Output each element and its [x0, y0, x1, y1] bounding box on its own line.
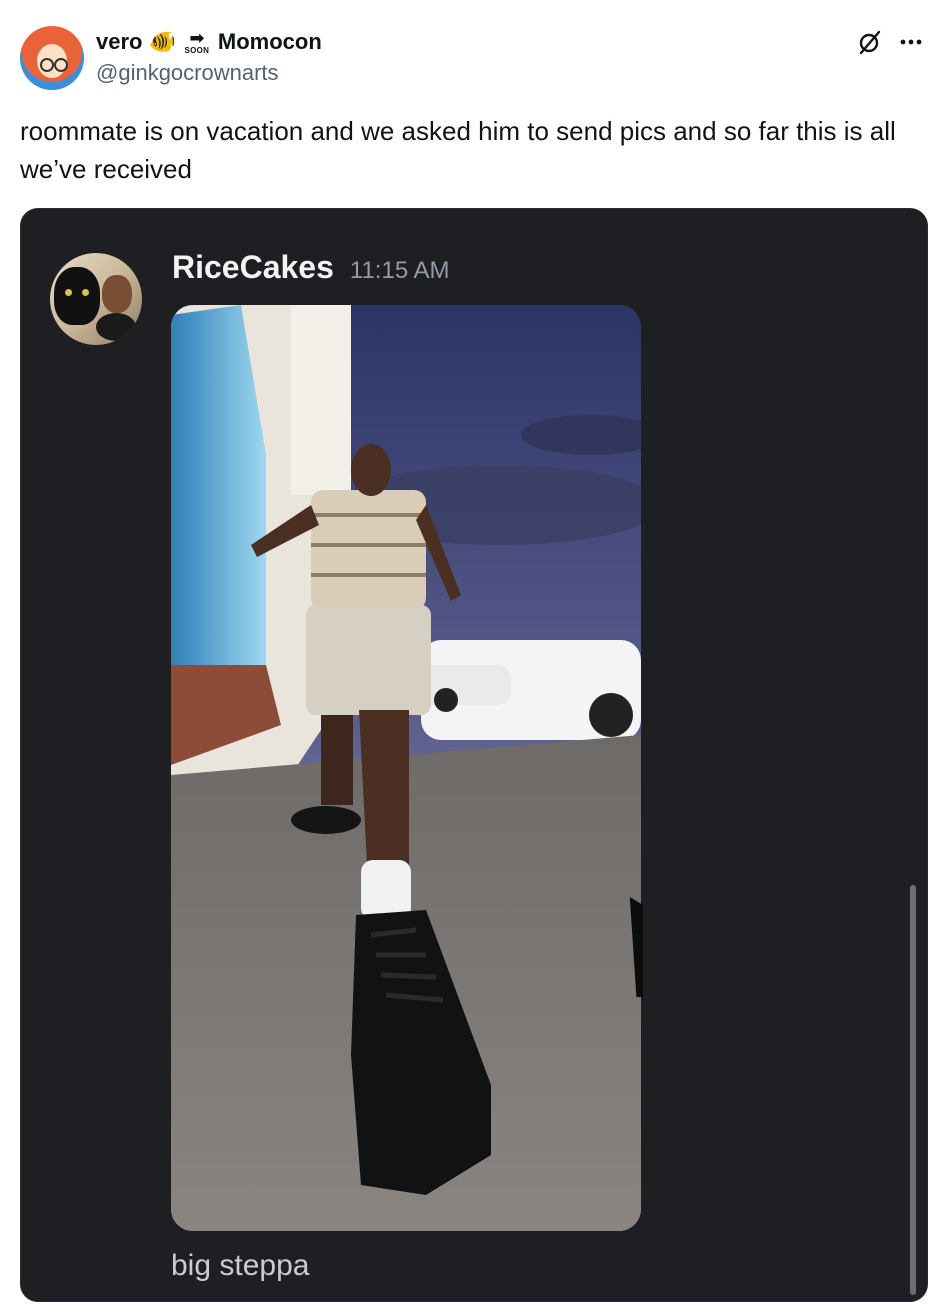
display-name-suffix[interactable]: Momocon	[218, 29, 322, 55]
message-photo[interactable]	[171, 305, 641, 1231]
more-options-icon[interactable]	[896, 28, 926, 56]
scrollbar-track[interactable]	[910, 885, 916, 1295]
message-caption: big steppa	[171, 1249, 310, 1282]
display-name-row[interactable]: vero 🐠 ➡ SOON Momocon	[96, 28, 322, 56]
tweet-text: roommate is on vacation and we asked him…	[20, 116, 896, 184]
tweet-header: vero 🐠 ➡ SOON Momocon @ginkgocrownarts	[0, 0, 948, 100]
soon-label: SOON	[184, 46, 210, 55]
discord-user-avatar[interactable]	[50, 253, 142, 345]
author-avatar[interactable]	[20, 26, 84, 90]
discord-username[interactable]: RiceCakes	[172, 249, 334, 286]
person-avatar-part	[102, 275, 132, 313]
avatar-glasses-right	[54, 58, 68, 72]
message-timestamp: 11:15 AM	[349, 257, 450, 284]
grok-icon[interactable]	[856, 28, 884, 56]
arrow-right-icon: ➡	[189, 28, 205, 48]
author-handle[interactable]: @ginkgocrownarts	[96, 60, 279, 86]
scrollbar-thumb[interactable]	[910, 885, 916, 1295]
black-cat-avatar-part	[54, 267, 100, 325]
small-cat-avatar-part	[96, 313, 136, 341]
photo-illustration	[171, 305, 641, 1231]
avatar-glasses-left	[40, 58, 54, 72]
message-header: RiceCakes 11:15 AM	[172, 249, 450, 289]
display-name[interactable]: vero	[96, 29, 142, 55]
soon-arrow-icon: ➡ SOON	[182, 29, 212, 55]
tropical-fish-icon: 🐠	[148, 29, 176, 54]
tweet-media-discord-screenshot[interactable]: RiceCakes 11:15 AM big steppa	[20, 208, 928, 1302]
